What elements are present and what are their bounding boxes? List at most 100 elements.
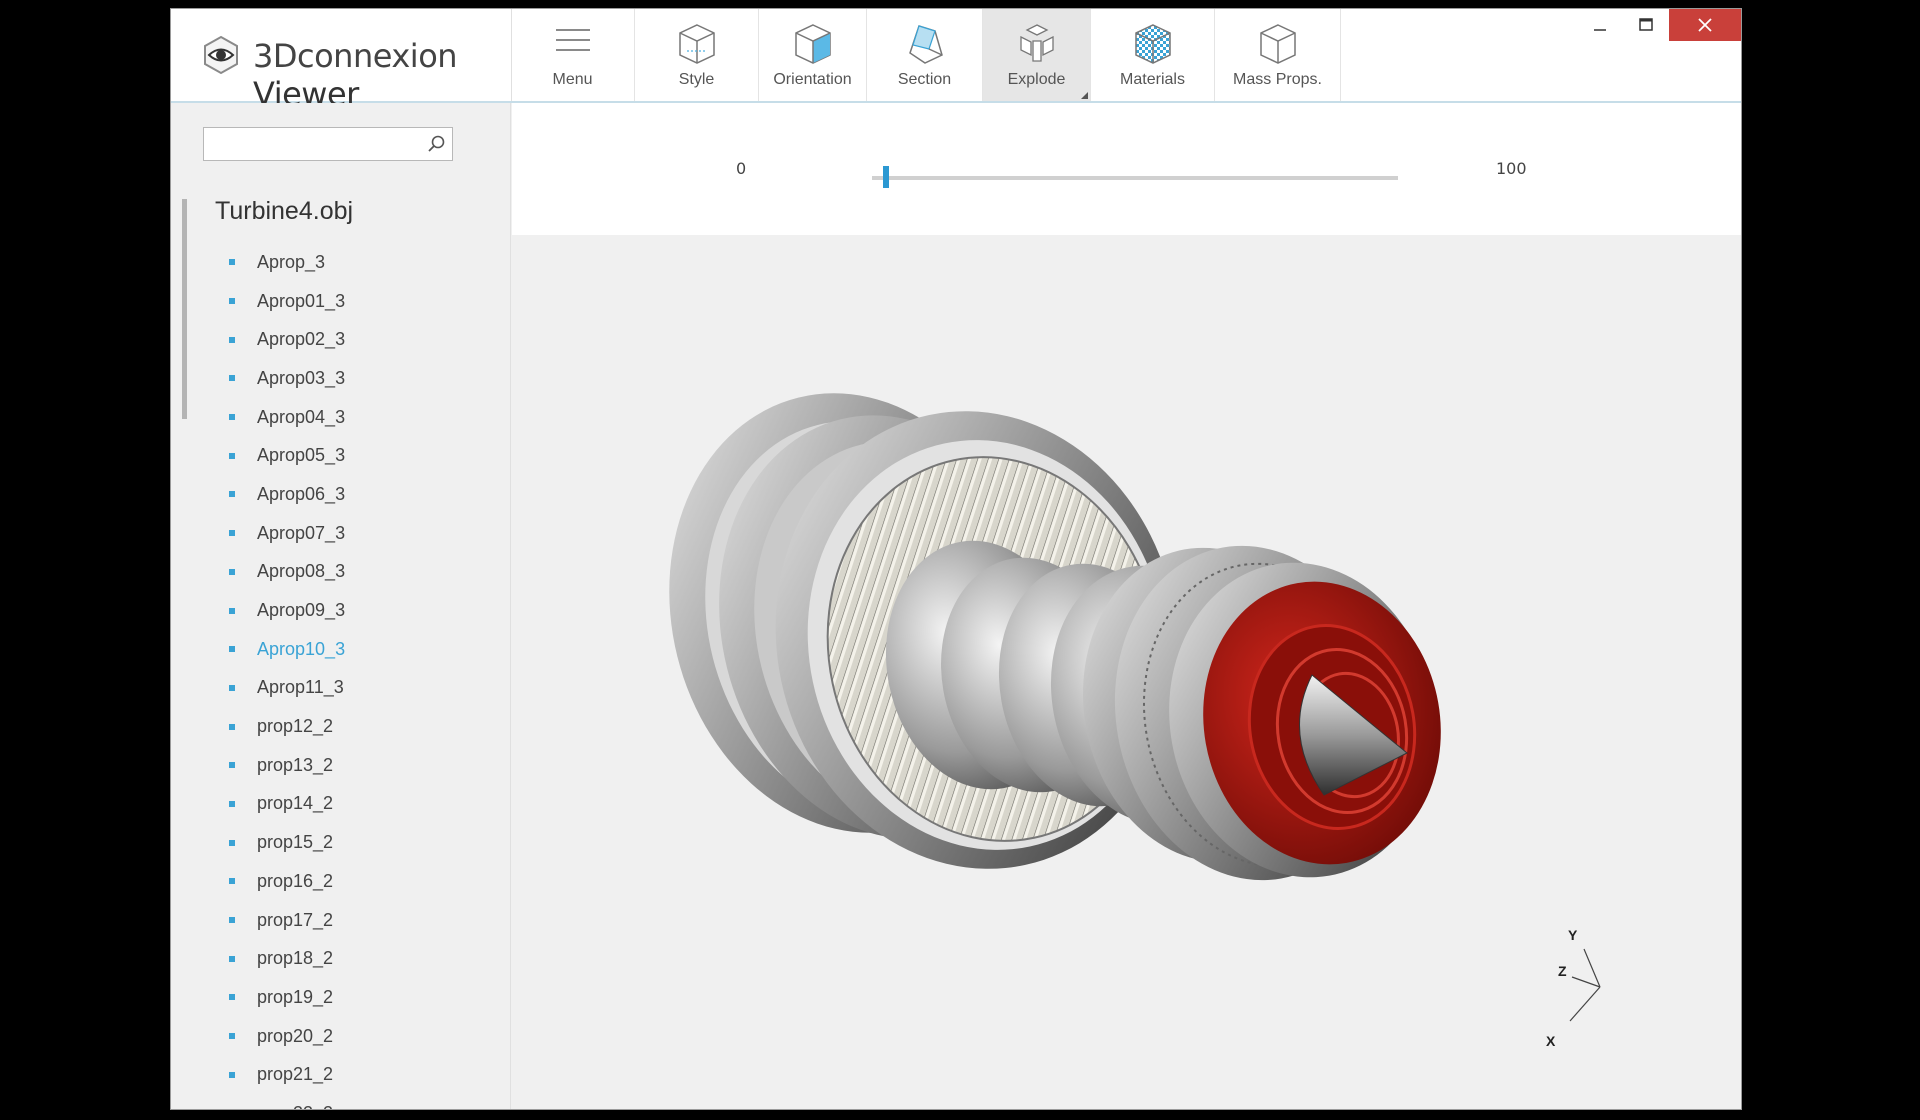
bullet-icon: [229, 259, 235, 266]
tree-scrollbar[interactable]: [182, 199, 187, 419]
app-title: 3Dconnexion Viewer: [253, 37, 511, 113]
tree-item[interactable]: Aprop07_3: [229, 514, 345, 553]
tree-item[interactable]: prop21_2: [229, 1055, 345, 1094]
section-cube-icon: [908, 25, 943, 64]
mass-props-label: Mass Props.: [1233, 71, 1322, 88]
close-button[interactable]: [1669, 9, 1741, 41]
tree-item[interactable]: Aprop06_3: [229, 475, 345, 514]
brand-name: 3Dconnexion: [253, 37, 458, 75]
tree-item[interactable]: Aprop09_3: [229, 591, 345, 630]
explode-icon: [1019, 24, 1054, 62]
axis-x-label: X: [1546, 1033, 1556, 1049]
orientation-button[interactable]: Orientation: [759, 9, 867, 101]
tree-item[interactable]: prop12_2: [229, 707, 345, 746]
minimize-button[interactable]: [1577, 9, 1623, 41]
style-label: Style: [678, 71, 715, 88]
explode-slider[interactable]: [872, 176, 1398, 180]
close-icon: [1698, 18, 1712, 32]
tree-item[interactable]: Aprop_3: [229, 243, 345, 282]
tree-item-label: Aprop08_3: [257, 561, 346, 582]
tree-item-label: Aprop09_3: [257, 600, 346, 621]
bullet-icon: [229, 994, 235, 1001]
style-button[interactable]: Style: [635, 9, 759, 101]
axis-triad: Y Z X: [1532, 927, 1622, 1063]
tree-item[interactable]: Aprop10_3: [229, 630, 345, 669]
hamburger-icon: [555, 29, 590, 51]
slider-min-label: 0: [736, 159, 747, 178]
tree-item-label: prop19_2: [257, 986, 334, 1007]
materials-button[interactable]: Materials: [1091, 9, 1215, 101]
app-window: 3Dconnexion Viewer Menu Style Orientatio…: [170, 8, 1742, 1110]
toolbar: Menu Style Orientation Section Explode M…: [511, 9, 1341, 101]
explode-panel: 0 100: [512, 103, 1741, 235]
tree-item-label: Aprop07_3: [257, 522, 346, 543]
bullet-icon: [229, 375, 235, 382]
bullet-icon: [229, 568, 235, 575]
tree-item[interactable]: Aprop08_3: [229, 553, 345, 592]
ribbon-header: 3Dconnexion Viewer Menu Style Orientatio…: [171, 9, 1741, 113]
tree-item[interactable]: Aprop01_3: [229, 282, 345, 321]
maximize-button[interactable]: [1623, 9, 1669, 41]
tree-item-label: prop15_2: [257, 832, 334, 853]
menu-label: Menu: [552, 71, 593, 88]
tree-root-file[interactable]: Turbine4.obj: [215, 197, 353, 226]
menu-button[interactable]: Menu: [511, 9, 635, 101]
mass-props-button[interactable]: Mass Props.: [1215, 9, 1341, 101]
tree-item[interactable]: Aprop11_3: [229, 669, 345, 708]
tree-item-label: Aprop04_3: [257, 406, 346, 427]
axis-z-label: Z: [1558, 963, 1567, 979]
section-button[interactable]: Section: [867, 9, 983, 101]
axis-y-label: Y: [1568, 927, 1578, 943]
dropdown-corner-icon: [1081, 92, 1088, 99]
search-icon[interactable]: [426, 134, 446, 154]
orientation-cube-icon: [794, 24, 831, 64]
slider-max-label: 100: [1496, 159, 1527, 178]
tree-item[interactable]: prop19_2: [229, 978, 345, 1017]
bullet-icon: [229, 800, 235, 807]
tree-item[interactable]: prop17_2: [229, 901, 345, 940]
bullet-icon: [229, 491, 235, 498]
bullet-icon: [229, 955, 235, 962]
tree-item[interactable]: prop14_2: [229, 785, 345, 824]
bullet-icon: [229, 839, 235, 846]
tree-item[interactable]: Aprop05_3: [229, 436, 345, 475]
tree-item[interactable]: prop16_2: [229, 862, 345, 901]
tree-item[interactable]: prop18_2: [229, 939, 345, 978]
bullet-icon: [229, 336, 235, 343]
app-logo: 3Dconnexion Viewer: [171, 9, 512, 113]
tree-item[interactable]: prop22_2: [229, 1094, 345, 1109]
tree-item-label: prop16_2: [257, 870, 334, 891]
tree-item-label: Aprop05_3: [257, 445, 346, 466]
tree-item[interactable]: Aprop02_3: [229, 320, 345, 359]
bullet-icon: [229, 684, 235, 691]
bullet-icon: [229, 298, 235, 305]
model-tree-panel: Turbine4.obj Aprop_3 Aprop01_3 Aprop02_3 Ap…: [171, 103, 511, 1109]
part-list: Aprop_3 Aprop01_3 Aprop02_3 Aprop03_3 Aprop0…: [229, 243, 345, 1109]
bullet-icon: [229, 1071, 235, 1078]
tree-item[interactable]: Aprop03_3: [229, 359, 345, 398]
bullet-icon: [229, 1033, 235, 1040]
orientation-label: Orientation: [773, 71, 852, 88]
bullet-icon: [229, 646, 235, 653]
tree-item[interactable]: Aprop04_3: [229, 398, 345, 437]
3d-viewport[interactable]: Y Z X: [512, 235, 1741, 1109]
tree-item-label: Aprop10_3: [257, 638, 346, 659]
bullet-icon: [229, 452, 235, 459]
tree-item-label: prop17_2: [257, 909, 334, 930]
tree-item-label: prop14_2: [257, 793, 334, 814]
tree-item-label: Aprop02_3: [257, 329, 346, 350]
tree-item-label: prop13_2: [257, 754, 334, 775]
tree-item[interactable]: prop15_2: [229, 823, 345, 862]
explode-button[interactable]: Explode: [983, 9, 1091, 101]
bullet-icon: [229, 414, 235, 421]
explode-slider-thumb[interactable]: [882, 166, 889, 188]
tree-item-label: Aprop_3: [257, 251, 326, 272]
bullet-icon: [229, 878, 235, 885]
tree-item-label: Aprop01_3: [257, 290, 346, 311]
tree-item-label: prop12_2: [257, 716, 334, 737]
tree-item[interactable]: prop13_2: [229, 746, 345, 785]
search-input[interactable]: [210, 128, 424, 160]
tree-item[interactable]: prop20_2: [229, 1017, 345, 1056]
window-controls: [1577, 9, 1741, 41]
tree-item-label: Aprop11_3: [257, 677, 344, 698]
